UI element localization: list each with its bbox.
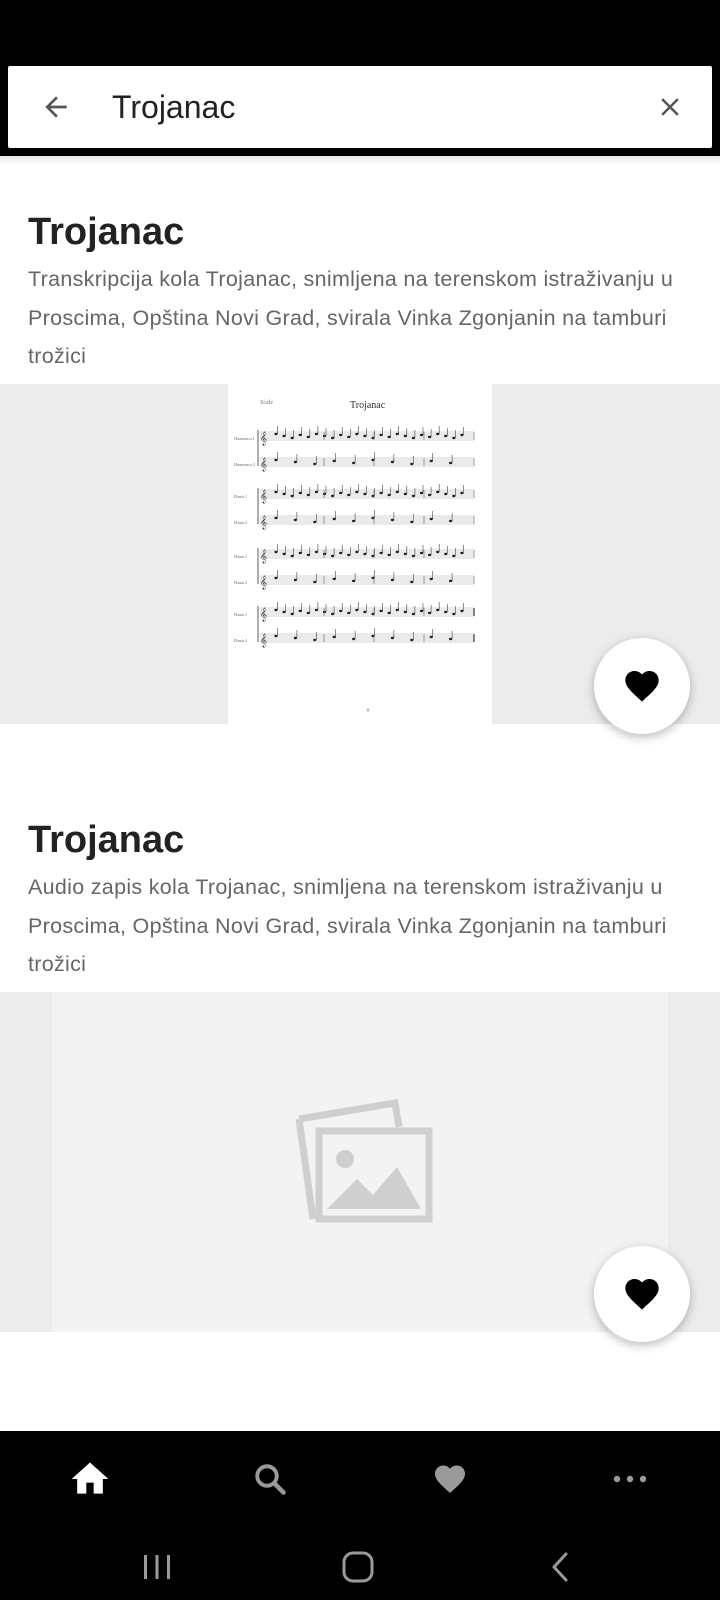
- result-title[interactable]: Trojanac: [28, 211, 184, 254]
- staff-label: Flauta 2: [234, 580, 247, 585]
- staff-label: Flauta 1: [234, 494, 247, 499]
- home-button-icon: [342, 1551, 374, 1582]
- svg-text:𝄞: 𝄞: [260, 575, 267, 589]
- favorite-button[interactable]: [594, 638, 690, 734]
- system-home-button[interactable]: [298, 1533, 418, 1600]
- result-title[interactable]: Trojanac: [28, 819, 184, 862]
- heart-icon: [625, 1279, 659, 1310]
- close-icon: [661, 98, 679, 116]
- nav-home[interactable]: [0, 1431, 180, 1527]
- staff-label: Harmonica 1: [234, 436, 255, 441]
- home-icon: [71, 1462, 109, 1494]
- staff-label: Flauta 2: [234, 520, 247, 525]
- staff-label: Flauta 1: [234, 612, 247, 617]
- search-bar: [8, 66, 712, 148]
- nav-favorites[interactable]: [360, 1431, 540, 1527]
- svg-text:𝄞: 𝄞: [260, 457, 267, 471]
- bottom-navigation: [0, 1425, 720, 1533]
- clear-search-button[interactable]: [648, 85, 692, 129]
- result-description: Transkripcija kola Trojanac, snimljena n…: [28, 267, 674, 368]
- search-input[interactable]: [104, 82, 640, 132]
- staff-label: Flauta 1: [234, 554, 247, 559]
- arrow-back-icon: [45, 96, 67, 118]
- favorite-button[interactable]: [594, 1246, 690, 1342]
- toolbar-shadow: [0, 156, 720, 164]
- result-description: Audio zapis kola Trojanac, snimljena na …: [28, 875, 667, 976]
- sheet-music-icon: Scale Trojanac Harmonica 1 𝄞 Harmonica 2 𝄞 F…: [234, 400, 475, 712]
- recent-apps-button[interactable]: [97, 1533, 217, 1600]
- system-back-button[interactable]: [500, 1533, 620, 1600]
- svg-text:𝄞: 𝄞: [260, 489, 267, 503]
- svg-text:𝄞: 𝄞: [260, 515, 267, 529]
- search-icon: [255, 1464, 286, 1495]
- nav-more[interactable]: [540, 1431, 720, 1527]
- image-placeholder: [52, 992, 668, 1332]
- sheet-title: Trojanac: [350, 400, 386, 411]
- staff-label: Harmonica 2: [234, 462, 255, 467]
- more-icon: [613, 1475, 647, 1483]
- system-navigation-bar: [0, 1533, 720, 1600]
- heart-icon: [625, 671, 659, 702]
- sheet-music-image: Scale Trojanac Harmonica 1 𝄞 Harmonica 2 𝄞 F…: [228, 384, 492, 724]
- search-toolbar: [0, 60, 720, 156]
- heart-icon: [435, 1465, 465, 1494]
- svg-text:𝄞: 𝄞: [260, 633, 267, 647]
- svg-text:𝄞: 𝄞: [260, 431, 267, 445]
- recent-apps-icon: [144, 1554, 170, 1579]
- sheet-composer: Scale: [260, 400, 273, 406]
- back-icon: [552, 1552, 568, 1581]
- back-button[interactable]: [34, 85, 78, 129]
- staff-label: Flauta 2: [234, 638, 247, 643]
- svg-text:𝄞: 𝄞: [260, 607, 267, 621]
- nav-search[interactable]: [180, 1431, 360, 1527]
- image-placeholder-icon: [295, 1098, 433, 1223]
- svg-text:𝄞: 𝄞: [260, 549, 267, 563]
- status-bar: [0, 0, 720, 64]
